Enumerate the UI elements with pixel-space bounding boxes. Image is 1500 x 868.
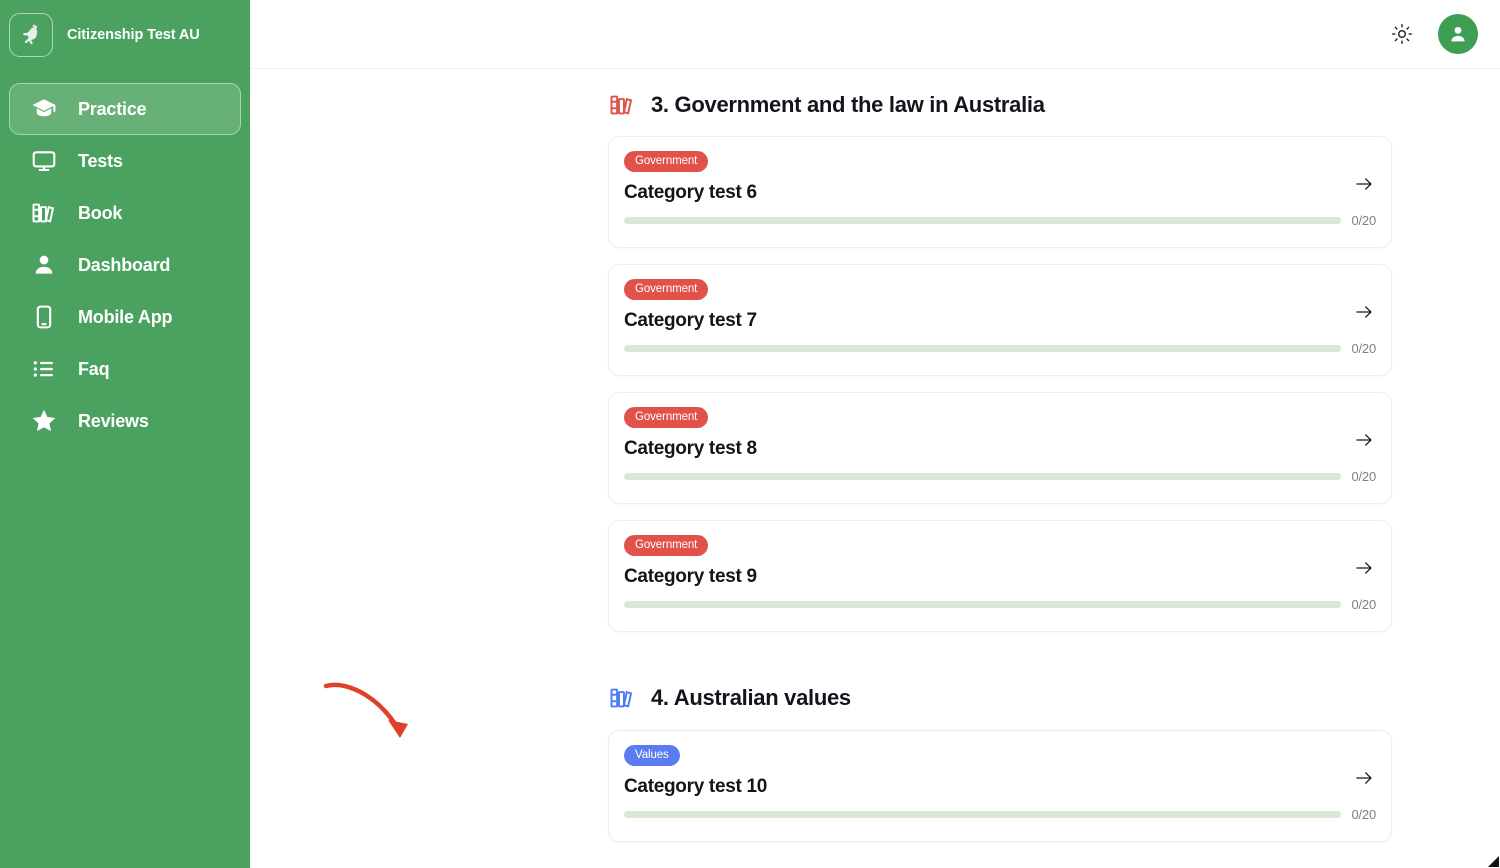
sidebar-item-book[interactable]: Book xyxy=(9,187,241,239)
card-title: Category test 10 xyxy=(624,776,768,797)
card-list-section-4: Values Category test 10 0/20 xyxy=(250,730,1500,842)
books-icon xyxy=(608,684,636,712)
practice-card[interactable]: Government Category test 8 0/20 xyxy=(608,392,1392,504)
brand[interactable]: Citizenship Test AU xyxy=(0,0,250,70)
progress-row: 0/20 xyxy=(624,597,1376,612)
status-badge: Government xyxy=(624,151,709,172)
sidebar-item-practice[interactable]: Practice xyxy=(9,83,241,135)
list-icon xyxy=(30,355,58,383)
status-badge: Government xyxy=(624,407,709,428)
app-root: Citizenship Test AU Practice Tests Book … xyxy=(0,0,1500,868)
sidebar: Citizenship Test AU Practice Tests Book … xyxy=(0,0,250,868)
progress-label: 0/20 xyxy=(1351,807,1376,822)
star-icon xyxy=(30,407,58,435)
section-header: 4. Australian values xyxy=(250,684,1500,712)
user-icon xyxy=(30,251,58,279)
sidebar-item-reviews[interactable]: Reviews xyxy=(9,395,241,447)
practice-card[interactable]: Government Category test 7 0/20 xyxy=(608,264,1392,376)
kangaroo-icon xyxy=(9,13,53,57)
content-scroll-area: 3. Government and the law in Australia G… xyxy=(250,69,1500,868)
sidebar-item-label: Faq xyxy=(78,358,110,379)
progress-row: 0/20 xyxy=(624,341,1376,356)
progress-bar xyxy=(624,601,1342,608)
sidebar-item-label: Dashboard xyxy=(78,254,171,275)
graduation-cap-icon xyxy=(30,95,58,123)
books-icon xyxy=(30,199,58,227)
sidebar-item-label: Practice xyxy=(78,98,147,119)
sidebar-item-tests[interactable]: Tests xyxy=(9,135,241,187)
section-header: 3. Government and the law in Australia xyxy=(250,91,1500,119)
sun-icon[interactable] xyxy=(1388,20,1416,48)
sidebar-item-label: Reviews xyxy=(78,410,149,431)
topbar xyxy=(250,0,1500,69)
status-badge: Government xyxy=(624,535,709,556)
arrow-right-icon[interactable] xyxy=(1353,301,1375,323)
sidebar-nav: Practice Tests Book Dashboard Mobile App… xyxy=(0,83,250,447)
arrow-right-icon[interactable] xyxy=(1353,557,1375,579)
books-icon xyxy=(608,91,636,119)
progress-label: 0/20 xyxy=(1351,341,1376,356)
arrow-right-icon[interactable] xyxy=(1353,429,1375,451)
status-badge: Values xyxy=(624,745,680,766)
card-title: Category test 7 xyxy=(624,310,757,331)
progress-bar xyxy=(624,217,1342,224)
brand-name: Citizenship Test AU xyxy=(67,27,200,43)
arrow-right-icon[interactable] xyxy=(1353,767,1375,789)
sidebar-item-label: Mobile App xyxy=(78,306,173,327)
practice-card[interactable]: Values Category test 10 0/20 xyxy=(608,730,1392,842)
status-badge: Government xyxy=(624,279,709,300)
user-avatar-icon[interactable] xyxy=(1438,14,1478,54)
practice-card[interactable]: Government Category test 9 0/20 xyxy=(608,520,1392,632)
sidebar-item-dashboard[interactable]: Dashboard xyxy=(9,239,241,291)
card-title: Category test 6 xyxy=(624,182,757,203)
sidebar-item-label: Book xyxy=(78,202,123,223)
progress-bar xyxy=(624,811,1342,818)
card-title: Category test 9 xyxy=(624,566,757,587)
page-title: 3. Government and the law in Australia xyxy=(651,92,1045,117)
main-area: 3. Government and the law in Australia G… xyxy=(250,0,1500,868)
progress-row: 0/20 xyxy=(624,213,1376,228)
progress-bar xyxy=(624,345,1342,352)
progress-bar xyxy=(624,473,1342,480)
mobile-phone-icon xyxy=(30,303,58,331)
progress-label: 0/20 xyxy=(1351,469,1376,484)
sidebar-item-faq[interactable]: Faq xyxy=(9,343,241,395)
practice-card[interactable]: Government Category test 6 0/20 xyxy=(608,136,1392,248)
page-title: 4. Australian values xyxy=(651,685,851,710)
card-title: Category test 8 xyxy=(624,438,757,459)
monitor-icon xyxy=(30,147,58,175)
card-list-section-3: Government Category test 6 0/20 Governme… xyxy=(250,136,1500,632)
arrow-right-icon[interactable] xyxy=(1353,173,1375,195)
progress-label: 0/20 xyxy=(1351,213,1376,228)
progress-row: 0/20 xyxy=(624,807,1376,822)
progress-row: 0/20 xyxy=(624,469,1376,484)
progress-label: 0/20 xyxy=(1351,597,1376,612)
sidebar-item-label: Tests xyxy=(78,150,123,171)
sidebar-item-mobile-app[interactable]: Mobile App xyxy=(9,291,241,343)
